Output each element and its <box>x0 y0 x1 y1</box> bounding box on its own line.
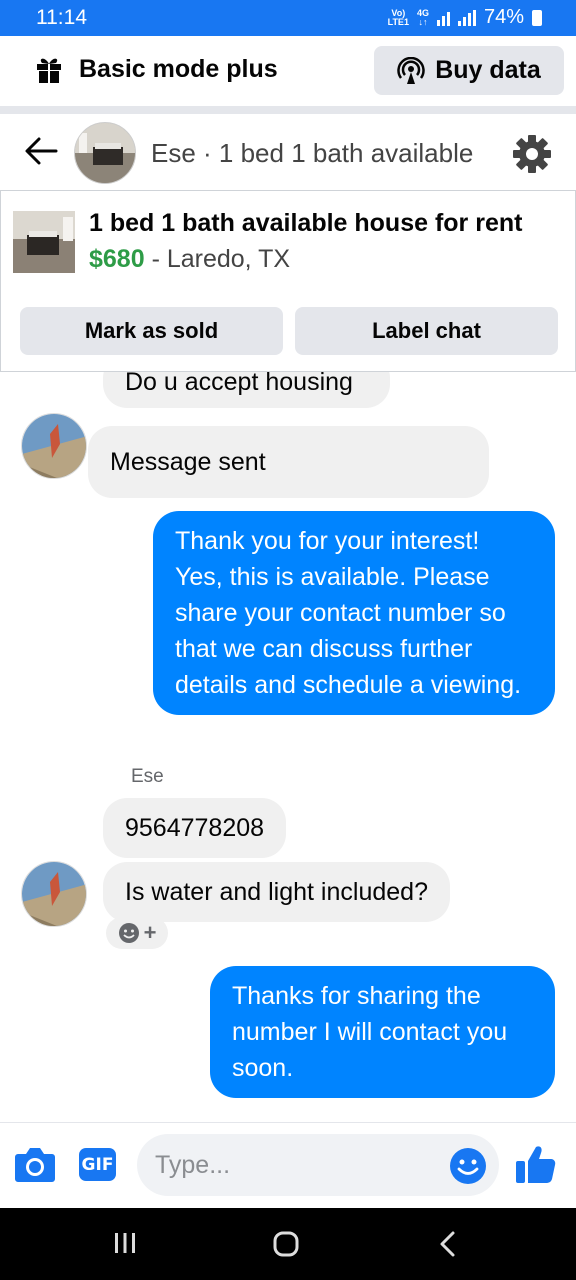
label-chat-button[interactable]: Label chat <box>295 307 558 355</box>
message-input[interactable] <box>137 1134 499 1196</box>
camera-icon[interactable] <box>14 1145 56 1183</box>
status-time: 11:14 <box>36 6 87 29</box>
battery-percent: 74% <box>483 6 524 28</box>
buy-data-label: Buy data <box>435 56 541 84</box>
emoji-icon[interactable] <box>449 1147 487 1185</box>
reaction-button[interactable]: + <box>106 917 168 949</box>
back-arrow-icon[interactable] <box>24 136 58 166</box>
battery-icon <box>532 9 542 26</box>
network-type: 4G ↓↑ <box>416 7 429 27</box>
back-nav-icon[interactable] <box>436 1230 460 1258</box>
gear-icon[interactable] <box>512 134 552 174</box>
basic-mode-bar: Basic mode plus Buy data <box>0 36 576 106</box>
sender-name: Ese <box>131 766 164 787</box>
thumbs-up-icon[interactable] <box>514 1143 556 1185</box>
basic-mode-title: Basic mode plus <box>79 55 278 83</box>
incoming-message[interactable]: Is water and light included? <box>103 862 450 922</box>
broadcast-icon <box>397 56 425 84</box>
signal-icon-2 <box>457 9 476 26</box>
header-divider <box>0 106 576 114</box>
listing-location: - Laredo, TX <box>144 245 291 273</box>
message-list[interactable]: Do u accept housing Message sent Thank y… <box>0 372 576 1122</box>
mark-as-sold-button[interactable]: Mark as sold <box>20 307 283 355</box>
volte-indicator: Vo) LTE1 <box>387 7 409 27</box>
recents-icon[interactable] <box>112 1230 138 1256</box>
smiley-icon <box>118 923 139 943</box>
message-composer: GIF <box>0 1122 576 1208</box>
status-bar: 11:14 Vo) LTE1 4G ↓↑ 74% <box>0 0 576 36</box>
listing-avatar[interactable] <box>74 122 136 184</box>
status-indicators: Vo) LTE1 4G ↓↑ 74% <box>388 6 542 29</box>
gift-icon <box>37 58 61 83</box>
incoming-message[interactable]: 9564778208 <box>103 798 287 858</box>
listing-card[interactable]: 1 bed 1 bath available house for rent $6… <box>0 190 576 372</box>
room-photo <box>75 123 135 183</box>
chat-title[interactable]: Ese · 1 bed 1 bath available <box>151 138 473 169</box>
home-icon[interactable] <box>272 1230 300 1258</box>
reaction-plus: + <box>143 920 157 945</box>
gif-icon[interactable]: GIF <box>79 1148 116 1181</box>
avatar[interactable] <box>21 861 87 927</box>
incoming-message[interactable]: Do u accept housing <box>103 372 390 408</box>
listing-title: 1 bed 1 bath available house for rent <box>89 209 523 237</box>
outgoing-message[interactable]: Thank you for your interest! Yes, this i… <box>153 511 555 715</box>
incoming-message[interactable]: Message sent <box>88 426 489 498</box>
listing-thumbnail <box>13 211 75 273</box>
buy-data-button[interactable]: Buy data <box>374 46 564 95</box>
signal-icon <box>436 10 450 26</box>
system-nav-bar <box>0 1208 576 1280</box>
outgoing-message[interactable]: Thanks for sharing the number I will con… <box>210 966 555 1098</box>
listing-subtitle: $680 - Laredo, TX <box>89 245 290 274</box>
listing-price: $680 <box>89 245 145 273</box>
avatar[interactable] <box>21 413 87 479</box>
chat-header: Ese · 1 bed 1 bath available <box>0 114 576 190</box>
